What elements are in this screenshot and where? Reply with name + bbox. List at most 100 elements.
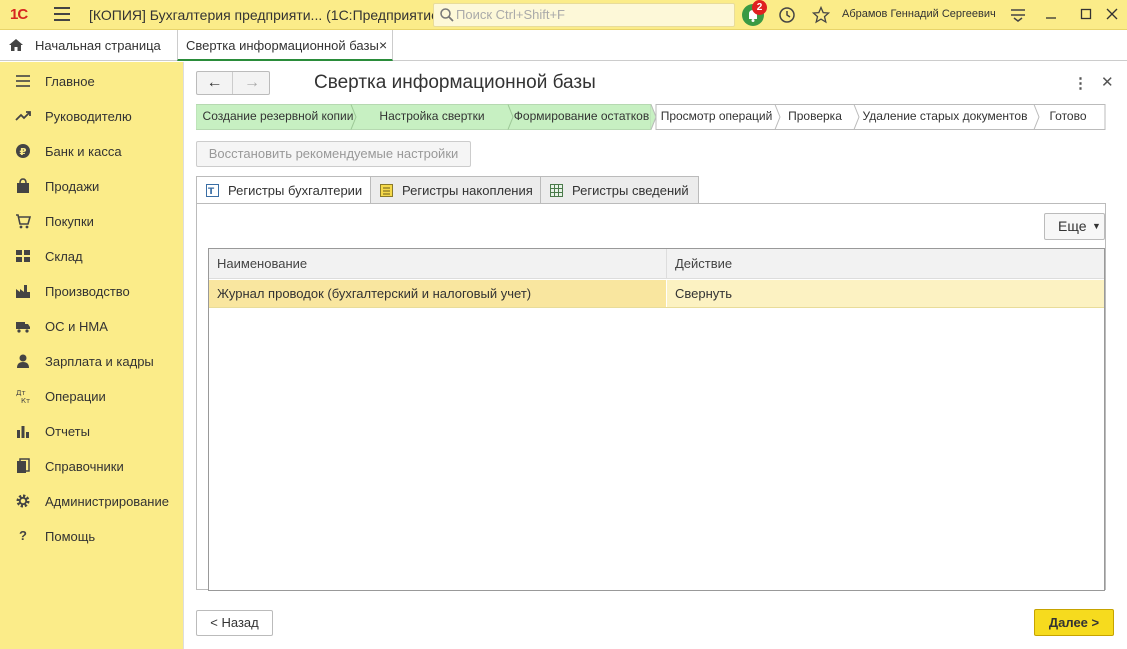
- table-row[interactable]: Журнал проводок (бухгалтерский и налогов…: [209, 280, 1104, 308]
- back-arrow-icon[interactable]: ←: [197, 72, 233, 94]
- sidebar-item-warehouse[interactable]: Склад: [0, 238, 184, 273]
- forward-arrow-icon[interactable]: →: [234, 72, 270, 94]
- svg-text:₽: ₽: [20, 147, 27, 158]
- sidebar-item-label: ОС и НМА: [45, 319, 108, 334]
- minimize-icon[interactable]: [1045, 8, 1057, 20]
- more-actions-icon[interactable]: ⋮: [1073, 74, 1088, 92]
- svg-text:Кт: Кт: [21, 397, 30, 404]
- sidebar-item-label: Склад: [45, 249, 83, 264]
- restore-defaults-button[interactable]: Восстановить рекомендуемые настройки: [196, 141, 471, 167]
- tab-label: Регистры бухгалтерии: [228, 183, 363, 198]
- sidebar-item-label: Продажи: [45, 179, 100, 194]
- tab-infobase-collapse[interactable]: Свертка информационной базы ×: [177, 30, 393, 61]
- accounting-register-icon: Т: [206, 184, 219, 197]
- column-header-name[interactable]: Наименование: [209, 249, 667, 279]
- svg-text:Дт: Дт: [16, 389, 26, 397]
- history-nav: ← →: [196, 71, 270, 95]
- info-register-icon: [550, 184, 563, 197]
- sidebar-item-help[interactable]: ? Помощь: [0, 518, 184, 553]
- sidebar-item-label: Помощь: [45, 529, 96, 544]
- tab-accounting-registers[interactable]: Т Регистры бухгалтерии: [196, 176, 371, 205]
- question-icon: ?: [19, 528, 27, 543]
- sidebar-item-label: Производство: [45, 284, 130, 299]
- accumulation-register-icon: [380, 184, 393, 197]
- close-form-icon[interactable]: ✕: [1101, 73, 1114, 91]
- sidebar-item-label: Банк и касса: [45, 144, 122, 159]
- tab-home[interactable]: Начальная страница: [0, 30, 175, 61]
- tab-active-label: Свертка информационной базы: [186, 38, 379, 53]
- settings-menu-icon[interactable]: [1010, 8, 1026, 22]
- tab-home-label: Начальная страница: [35, 38, 161, 53]
- form-area: ← → Свертка информационной базы ⋮ ✕ Созд…: [185, 62, 1127, 649]
- sidebar-item-reports[interactable]: Отчеты: [0, 413, 184, 448]
- dt-kt-icon: Дт Кт: [15, 388, 31, 405]
- sidebar-item-bank[interactable]: ₽ Банк и касса: [0, 133, 184, 168]
- sidebar-item-label: Справочники: [45, 459, 124, 474]
- bar-chart-icon: [15, 423, 31, 439]
- form-title: Свертка информационной базы: [314, 72, 596, 93]
- sidebar-item-label: Отчеты: [45, 424, 90, 439]
- person-icon: [15, 353, 31, 369]
- wizard-steps: Создание резервной копии Настройка сверт…: [196, 104, 1106, 130]
- history-icon[interactable]: [778, 6, 796, 24]
- step-backup[interactable]: Создание резервной копии: [196, 104, 360, 130]
- sidebar-item-label: Покупки: [45, 214, 94, 229]
- sidebar-item-operations[interactable]: Дт Кт Операции: [0, 378, 184, 413]
- close-tab-icon[interactable]: ×: [379, 37, 387, 53]
- cell-name[interactable]: Журнал проводок (бухгалтерский и налогов…: [209, 280, 667, 307]
- close-window-icon[interactable]: [1106, 8, 1118, 20]
- sidebar-item-purchases[interactable]: Покупки: [0, 203, 184, 238]
- sidebar-item-label: Руководителю: [45, 109, 132, 124]
- more-button-label: Еще: [1058, 218, 1087, 234]
- tab-accumulation-registers[interactable]: Регистры накопления: [370, 176, 541, 204]
- step-done[interactable]: Готово: [1035, 104, 1101, 130]
- column-header-action[interactable]: Действие: [667, 249, 1104, 279]
- registers-panel: Еще ▼ Наименование Действие Журнал прово…: [196, 203, 1106, 591]
- favorites-star-icon[interactable]: [812, 6, 830, 24]
- step-balances[interactable]: Формирование остатков: [509, 104, 654, 130]
- sidebar-item-label: Зарплата и кадры: [45, 354, 154, 369]
- factory-icon: [15, 283, 31, 299]
- dropdown-caret-icon: ▼: [1092, 221, 1101, 231]
- tab-label: Регистры сведений: [572, 183, 689, 198]
- search-input[interactable]: [456, 7, 726, 22]
- sidebar-item-sales[interactable]: Продажи: [0, 168, 184, 203]
- cell-action[interactable]: Свернуть: [667, 280, 1104, 307]
- sidebar: Главное Руководителю ₽ Банк и касса Прод…: [0, 62, 184, 649]
- step-check[interactable]: Проверка: [776, 104, 854, 130]
- home-icon: [9, 39, 23, 51]
- sidebar-item-administration[interactable]: Администрирование: [0, 483, 184, 518]
- sidebar-item-main[interactable]: Главное: [0, 63, 184, 98]
- sidebar-item-fixed-assets[interactable]: ОС и НМА: [0, 308, 184, 343]
- hamburger-menu-icon[interactable]: [54, 7, 70, 21]
- trend-icon: [15, 108, 31, 124]
- more-button[interactable]: Еще ▼: [1044, 213, 1105, 240]
- warehouse-icon: [15, 248, 31, 264]
- sidebar-item-catalogs[interactable]: Справочники: [0, 448, 184, 483]
- sidebar-item-label: Операции: [45, 389, 106, 404]
- step-delete-old[interactable]: Удаление старых документов: [855, 104, 1035, 130]
- bag-icon: [15, 178, 31, 194]
- back-button[interactable]: < Назад: [196, 610, 273, 636]
- coin-icon: ₽: [15, 143, 31, 159]
- sidebar-item-salary[interactable]: Зарплата и кадры: [0, 343, 184, 378]
- cart-icon: [15, 213, 32, 229]
- app-logo: 1С: [10, 6, 28, 23]
- sidebar-item-manager[interactable]: Руководителю: [0, 98, 184, 133]
- next-button[interactable]: Далее >: [1034, 609, 1114, 636]
- gear-icon: [15, 493, 31, 509]
- tab-info-registers[interactable]: Регистры сведений: [540, 176, 699, 204]
- search-icon: [440, 8, 454, 22]
- svg-text:Т: Т: [208, 187, 215, 197]
- step-setup[interactable]: Настройка свертки: [352, 104, 512, 130]
- menu-icon: [15, 73, 31, 89]
- sidebar-item-label: Главное: [45, 74, 95, 89]
- maximize-icon[interactable]: [1080, 8, 1092, 20]
- user-name[interactable]: Абрамов Геннадий Сергеевич: [842, 8, 996, 20]
- tab-label: Регистры накопления: [402, 183, 533, 198]
- registers-table: Наименование Действие Журнал проводок (б…: [208, 248, 1105, 591]
- sidebar-item-production[interactable]: Производство: [0, 273, 184, 308]
- step-view-operations[interactable]: Просмотр операций: [657, 104, 776, 130]
- book-icon: [15, 458, 31, 474]
- global-search[interactable]: [433, 3, 735, 27]
